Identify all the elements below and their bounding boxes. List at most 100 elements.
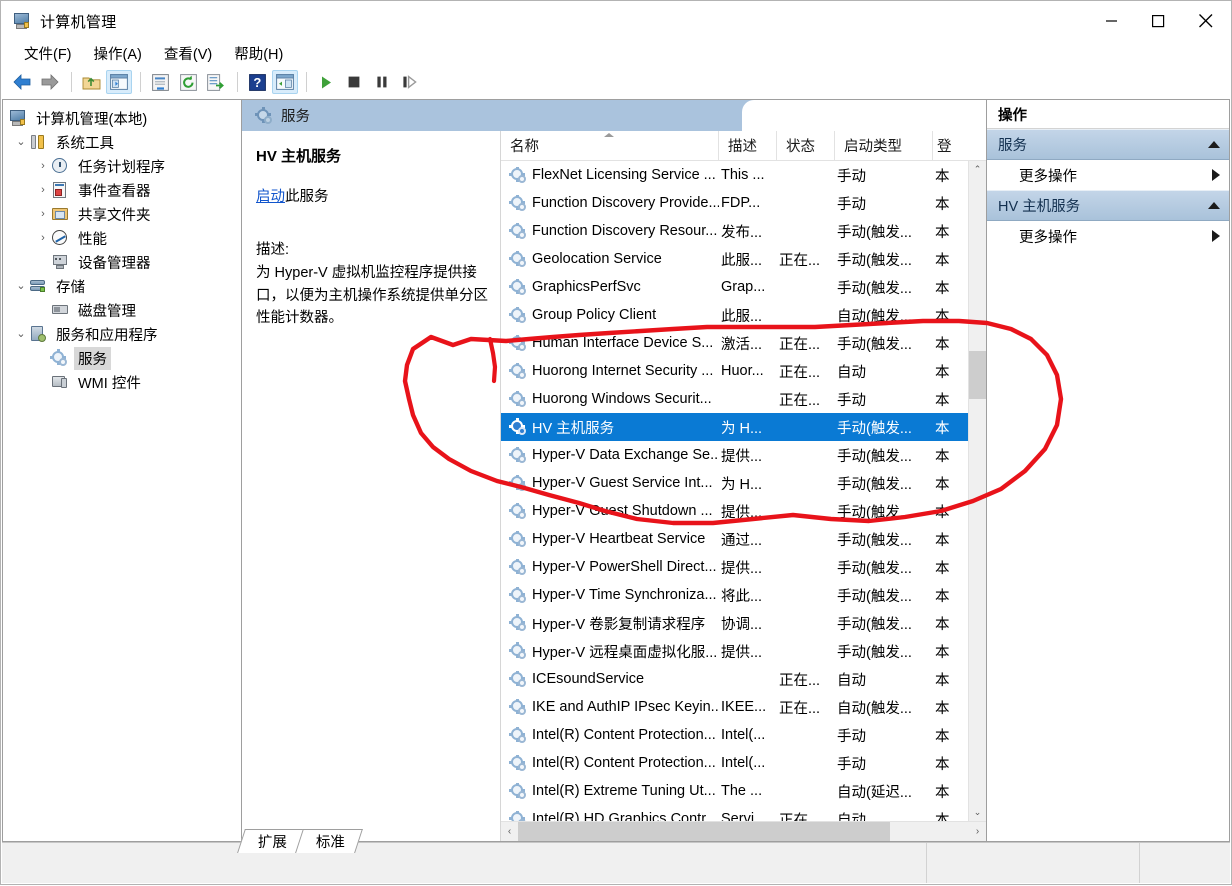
table-row[interactable]: Hyper-V Heartbeat Service 通过... 手动(触发... 本: [501, 525, 968, 553]
tree-item-task-scheduler[interactable]: › 任务计划程序: [3, 154, 241, 178]
services-pane-header: 服务: [242, 100, 986, 131]
scroll-down-icon[interactable]: ⌄: [969, 804, 986, 821]
column-header-startup-type[interactable]: 启动类型: [835, 131, 933, 160]
back-icon[interactable]: [9, 70, 35, 94]
tab-extended[interactable]: 扩展: [237, 829, 305, 853]
expander-icon[interactable]: ⌄: [13, 136, 29, 148]
menu-file[interactable]: 文件(F): [13, 41, 83, 67]
tree-item-storage[interactable]: ⌄ 存储: [3, 274, 241, 298]
refresh-icon[interactable]: [175, 70, 201, 94]
tab-standard[interactable]: 标准: [295, 829, 363, 853]
table-row[interactable]: Hyper-V PowerShell Direct... 提供... 手动(触发..…: [501, 553, 968, 581]
listview-vertical-scrollbar[interactable]: ⌃ ⌄: [968, 161, 986, 821]
expander-icon[interactable]: ›: [35, 184, 51, 196]
column-header-name[interactable]: 名称: [501, 131, 719, 160]
table-row[interactable]: Intel(R) Extreme Tuning Ut... The ... 自动(延…: [501, 777, 968, 805]
computer-icon: [9, 109, 27, 127]
service-gear-icon: [509, 783, 526, 799]
menu-help[interactable]: 帮助(H): [223, 41, 294, 67]
column-header-logon-as[interactable]: 登: [933, 131, 959, 160]
table-row[interactable]: FlexNet Licensing Service ... This ... 手动 本: [501, 161, 968, 189]
stop-service-icon[interactable]: [341, 70, 367, 94]
services-gear-icon: [255, 106, 272, 124]
scroll-left-icon[interactable]: ‹: [501, 822, 518, 841]
menu-view[interactable]: 查看(V): [153, 41, 223, 67]
expander-icon[interactable]: ⌄: [13, 280, 29, 292]
chevron-up-icon[interactable]: [1208, 202, 1220, 209]
table-row[interactable]: Human Interface Device S... 激活... 正在... 手动(…: [501, 329, 968, 357]
table-row[interactable]: GraphicsPerfSvc Grap... 手动(触发... 本: [501, 273, 968, 301]
table-row[interactable]: Function Discovery Resour... 发布... 手动(触发..…: [501, 217, 968, 245]
column-header-description[interactable]: 描述: [719, 131, 777, 160]
expander-icon[interactable]: ›: [35, 160, 51, 172]
service-gear-icon: [509, 559, 526, 575]
table-row[interactable]: Hyper-V Guest Shutdown ... 提供... 手动(触发... 本: [501, 497, 968, 525]
expander-icon[interactable]: ›: [35, 208, 51, 220]
tree-item-wmi-control[interactable]: WMI 控件: [3, 370, 241, 394]
listview-horizontal-scrollbar[interactable]: ‹ ›: [501, 821, 986, 841]
expander-icon[interactable]: ⌄: [13, 328, 29, 340]
tree-item-event-viewer[interactable]: › 事件查看器: [3, 178, 241, 202]
scroll-up-icon[interactable]: ⌃: [969, 161, 986, 178]
pause-service-icon[interactable]: [369, 70, 395, 94]
action-more-actions-hv-host-service[interactable]: 更多操作: [987, 221, 1229, 251]
table-row[interactable]: IKE and AuthIP IPsec Keyin... IKEE... 正在..…: [501, 693, 968, 721]
export-list-icon[interactable]: [203, 70, 229, 94]
table-row[interactable]: Function Discovery Provide... FDP... 手动 本: [501, 189, 968, 217]
tree-item-performance[interactable]: › 性能: [3, 226, 241, 250]
table-row[interactable]: HV 主机服务 为 H... 手动(触发... 本: [501, 413, 968, 441]
show-hide-action-pane-icon[interactable]: [272, 70, 298, 94]
tree-item-disk-management[interactable]: 磁盘管理: [3, 298, 241, 322]
properties-icon[interactable]: [147, 70, 173, 94]
close-button[interactable]: [1181, 1, 1231, 41]
horizontal-scroll-thumb[interactable]: [518, 822, 890, 841]
table-row[interactable]: Hyper-V 卷影复制请求程序 协调... 手动(触发... 本: [501, 609, 968, 637]
actions-group-hv-host-service[interactable]: HV 主机服务: [987, 190, 1229, 221]
tree-item-shared-folders[interactable]: › 共享文件夹: [3, 202, 241, 226]
start-service-link[interactable]: 启动: [256, 189, 285, 205]
table-row[interactable]: Geolocation Service 此服... 正在... 手动(触发... 本: [501, 245, 968, 273]
restart-service-icon[interactable]: [397, 70, 423, 94]
chevron-right-icon[interactable]: [1212, 230, 1220, 242]
table-row[interactable]: ICEsoundService 正在... 自动 本: [501, 665, 968, 693]
start-service-icon[interactable]: [313, 70, 339, 94]
row-logon-cell: 本: [935, 560, 950, 577]
table-row[interactable]: Hyper-V 远程桌面虚拟化服... 提供... 手动(触发... 本: [501, 637, 968, 665]
table-row[interactable]: Group Policy Client 此服... 自动(触发... 本: [501, 301, 968, 329]
vertical-scroll-thumb[interactable]: [969, 351, 986, 399]
tree-item-services[interactable]: 服务: [3, 346, 241, 370]
tree-item-system-tools[interactable]: ⌄ 系统工具: [3, 130, 241, 154]
table-row[interactable]: Huorong Internet Security ... Huor... 正在..…: [501, 357, 968, 385]
tree-label: 磁盘管理: [78, 303, 136, 320]
action-more-actions-services[interactable]: 更多操作: [987, 160, 1229, 190]
actions-group-services[interactable]: 服务: [987, 129, 1229, 160]
help-icon[interactable]: ?: [244, 70, 270, 94]
horizontal-scroll-track[interactable]: [518, 822, 969, 841]
table-row[interactable]: Intel(R) Content Protection... Intel(... 手…: [501, 749, 968, 777]
table-row[interactable]: Intel(R) HD Graphics Contr... Servi... 正在.…: [501, 805, 968, 821]
forward-icon[interactable]: [37, 70, 63, 94]
row-status-cell: 正在...: [779, 336, 821, 353]
up-folder-icon[interactable]: [78, 70, 104, 94]
console-tree: 计算机管理(本地) ⌄ 系统工具 › 任务计划程序 › 事件查看器 › 共享文件…: [3, 100, 241, 394]
service-gear-icon: [509, 279, 526, 295]
table-row[interactable]: Intel(R) Content Protection... Intel(... 手…: [501, 721, 968, 749]
service-gear-icon: [509, 755, 526, 771]
tree-item-services-and-applications[interactable]: ⌄ 服务和应用程序: [3, 322, 241, 346]
table-row[interactable]: Hyper-V Data Exchange Se... 提供... 手动(触发...…: [501, 441, 968, 469]
tree-item-computer-management-local[interactable]: 计算机管理(本地): [3, 106, 241, 130]
tree-item-device-manager[interactable]: 设备管理器: [3, 250, 241, 274]
show-hide-console-tree-icon[interactable]: [106, 70, 132, 94]
table-row[interactable]: Huorong Windows Securit... 正在... 手动 本: [501, 385, 968, 413]
maximize-button[interactable]: [1135, 1, 1181, 41]
expander-icon[interactable]: ›: [35, 232, 51, 244]
chevron-up-icon[interactable]: [1208, 141, 1220, 148]
row-logon-cell: 本: [935, 784, 950, 801]
menu-action[interactable]: 操作(A): [83, 41, 153, 67]
chevron-right-icon[interactable]: [1212, 169, 1220, 181]
column-header-status[interactable]: 状态: [777, 131, 835, 160]
minimize-button[interactable]: [1089, 1, 1135, 41]
scroll-right-icon[interactable]: ›: [969, 822, 986, 841]
table-row[interactable]: Hyper-V Time Synchroniza... 将此... 手动(触发...…: [501, 581, 968, 609]
table-row[interactable]: Hyper-V Guest Service Int... 为 H... 手动(触发.…: [501, 469, 968, 497]
